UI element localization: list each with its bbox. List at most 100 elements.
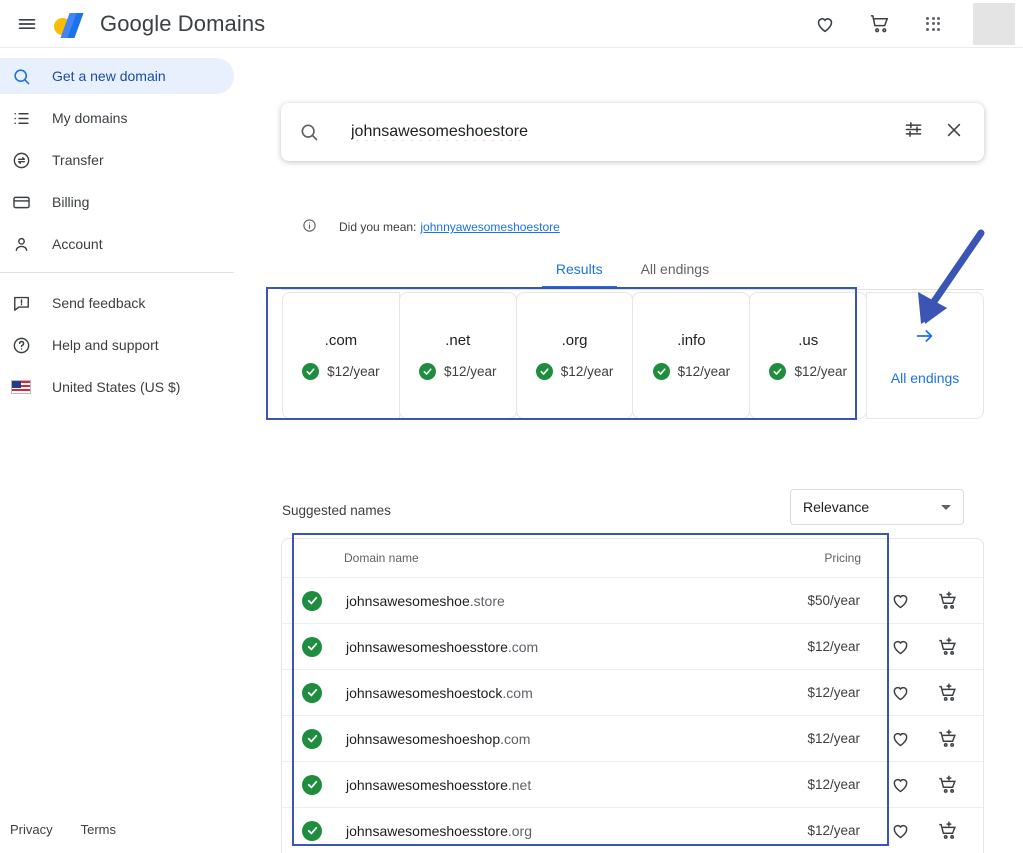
add-to-cart-icon[interactable]: [937, 682, 959, 704]
brand-title: Google Domains: [100, 11, 265, 37]
sidebar-item-country-currency[interactable]: United States (US $): [0, 369, 234, 405]
sidebar-item-send-feedback[interactable]: Send feedback: [0, 285, 234, 321]
privacy-link[interactable]: Privacy: [10, 822, 53, 837]
sidebar-item-billing[interactable]: Billing: [0, 184, 234, 220]
heart-icon[interactable]: [811, 10, 839, 38]
ending-price: $12/year: [444, 364, 497, 379]
ending-price: $12/year: [678, 364, 731, 379]
sidebar-item-my-domains[interactable]: My domains: [0, 100, 234, 136]
ending-card-info[interactable]: .info $12/year: [632, 292, 750, 419]
add-to-cart-icon[interactable]: [937, 728, 959, 750]
row-actions: [890, 682, 959, 704]
ending-price-row: $12/year: [419, 363, 497, 380]
table-row[interactable]: johnsawesomeshoestock.com $12/year: [282, 669, 983, 715]
info-circle-icon: [302, 218, 317, 236]
shopping-cart-icon[interactable]: [865, 10, 893, 38]
tab-all-endings[interactable]: All endings: [627, 253, 724, 289]
heart-icon[interactable]: [890, 774, 911, 795]
domain-name: johnsawesomeshoestock.com: [346, 685, 533, 701]
search-icon: [299, 122, 319, 142]
domain-name: johnsawesomeshoesstore.net: [346, 777, 531, 793]
domain-name: johnsawesomeshoe.store: [346, 593, 505, 609]
available-check-icon: [302, 775, 322, 795]
top-app-bar: Google Domains: [0, 0, 1023, 48]
help-circle-icon: [10, 334, 32, 356]
heart-icon[interactable]: [890, 728, 911, 749]
add-to-cart-icon[interactable]: [937, 774, 959, 796]
ending-name: .us: [798, 332, 818, 349]
ending-price-row: $12/year: [653, 363, 731, 380]
ending-card-org[interactable]: .org $12/year: [516, 292, 634, 419]
sidebar-item-label: Get a new domain: [52, 68, 166, 84]
domain-price: $50/year: [807, 593, 860, 608]
results-tabs: Results All endings: [281, 253, 984, 290]
heart-icon[interactable]: [890, 590, 911, 611]
ending-card-com[interactable]: .com $12/year: [282, 292, 400, 419]
tab-results[interactable]: Results: [542, 253, 617, 289]
domain-search-bar[interactable]: [281, 103, 984, 161]
apps-grid-icon[interactable]: [919, 10, 947, 38]
sidebar-item-label: Billing: [52, 194, 89, 210]
credit-card-icon: [10, 191, 32, 213]
table-row[interactable]: johnsawesomeshoesstore.net $12/year: [282, 761, 983, 807]
terms-link[interactable]: Terms: [81, 822, 116, 837]
table-row[interactable]: johnsawesomeshoe.store $50/year: [282, 577, 983, 623]
suggested-names-heading: Suggested names: [282, 503, 391, 518]
table-row[interactable]: johnsawesomeshoeshop.com $12/year: [282, 715, 983, 761]
add-to-cart-icon[interactable]: [937, 590, 959, 612]
available-check-icon: [419, 363, 436, 380]
ending-name: .org: [562, 332, 588, 349]
search-icon: [10, 65, 32, 87]
ending-price: $12/year: [327, 364, 380, 379]
add-to-cart-icon[interactable]: [937, 636, 959, 658]
sidebar-item-transfer[interactable]: Transfer: [0, 142, 234, 178]
tune-filter-icon[interactable]: [903, 119, 924, 145]
chevron-down-icon: [941, 505, 951, 510]
close-icon[interactable]: [944, 120, 964, 145]
table-header-row: Domain name Pricing: [282, 539, 983, 577]
table-row[interactable]: johnsawesomeshoesstore.org $12/year: [282, 807, 983, 853]
row-actions: [890, 636, 959, 658]
sort-select[interactable]: Relevance: [790, 489, 964, 525]
available-check-icon: [302, 363, 319, 380]
feedback-icon: [10, 292, 32, 314]
add-to-cart-icon[interactable]: [937, 820, 959, 842]
available-check-icon: [302, 637, 322, 657]
sidebar-footer-links: Privacy Terms: [10, 822, 116, 837]
sidebar-item-label: Account: [52, 236, 103, 252]
row-actions: [890, 774, 959, 796]
ending-card-net[interactable]: .net $12/year: [399, 292, 517, 419]
ending-name: .net: [445, 332, 470, 349]
heart-icon[interactable]: [890, 682, 911, 703]
available-check-icon: [302, 729, 322, 749]
sidebar-item-get-a-new-domain[interactable]: Get a new domain: [0, 58, 234, 94]
domain-name: johnsawesomeshoeshop.com: [346, 731, 530, 747]
sort-select-value: Relevance: [803, 499, 869, 515]
us-flag-icon: [10, 376, 32, 398]
sidebar-item-help-and-support[interactable]: Help and support: [0, 327, 234, 363]
sidebar-item-account[interactable]: Account: [0, 226, 234, 262]
ending-price-row: $12/year: [536, 363, 614, 380]
all-endings-card[interactable]: All endings: [866, 292, 984, 419]
heart-icon[interactable]: [890, 636, 911, 657]
did-you-mean-row: Did you mean: johnnyawesomeshoestore: [302, 218, 560, 236]
sidebar-item-label: My domains: [52, 110, 127, 126]
available-check-icon: [302, 683, 322, 703]
top-bar-actions: [811, 3, 1023, 45]
hamburger-menu-icon[interactable]: [12, 9, 42, 39]
endings-card-row: .com $12/year .net $12/year: [282, 292, 984, 419]
table-row[interactable]: johnsawesomeshoesstore.com $12/year: [282, 623, 983, 669]
available-check-icon: [769, 363, 786, 380]
heart-icon[interactable]: [890, 820, 911, 841]
did-you-mean-link[interactable]: johnnyawesomeshoestore: [420, 220, 559, 234]
ending-card-us[interactable]: .us $12/year: [749, 292, 867, 419]
avatar[interactable]: [973, 3, 1015, 45]
domain-price: $12/year: [807, 777, 860, 792]
ending-name: .com: [325, 332, 358, 349]
search-input[interactable]: [351, 123, 903, 141]
main-content: Did you mean: johnnyawesomeshoestore Res…: [234, 48, 1023, 853]
google-domains-logo-icon: [54, 9, 88, 39]
all-endings-label: All endings: [891, 370, 960, 386]
sidebar-item-label: Send feedback: [52, 295, 145, 311]
ending-price: $12/year: [794, 364, 847, 379]
